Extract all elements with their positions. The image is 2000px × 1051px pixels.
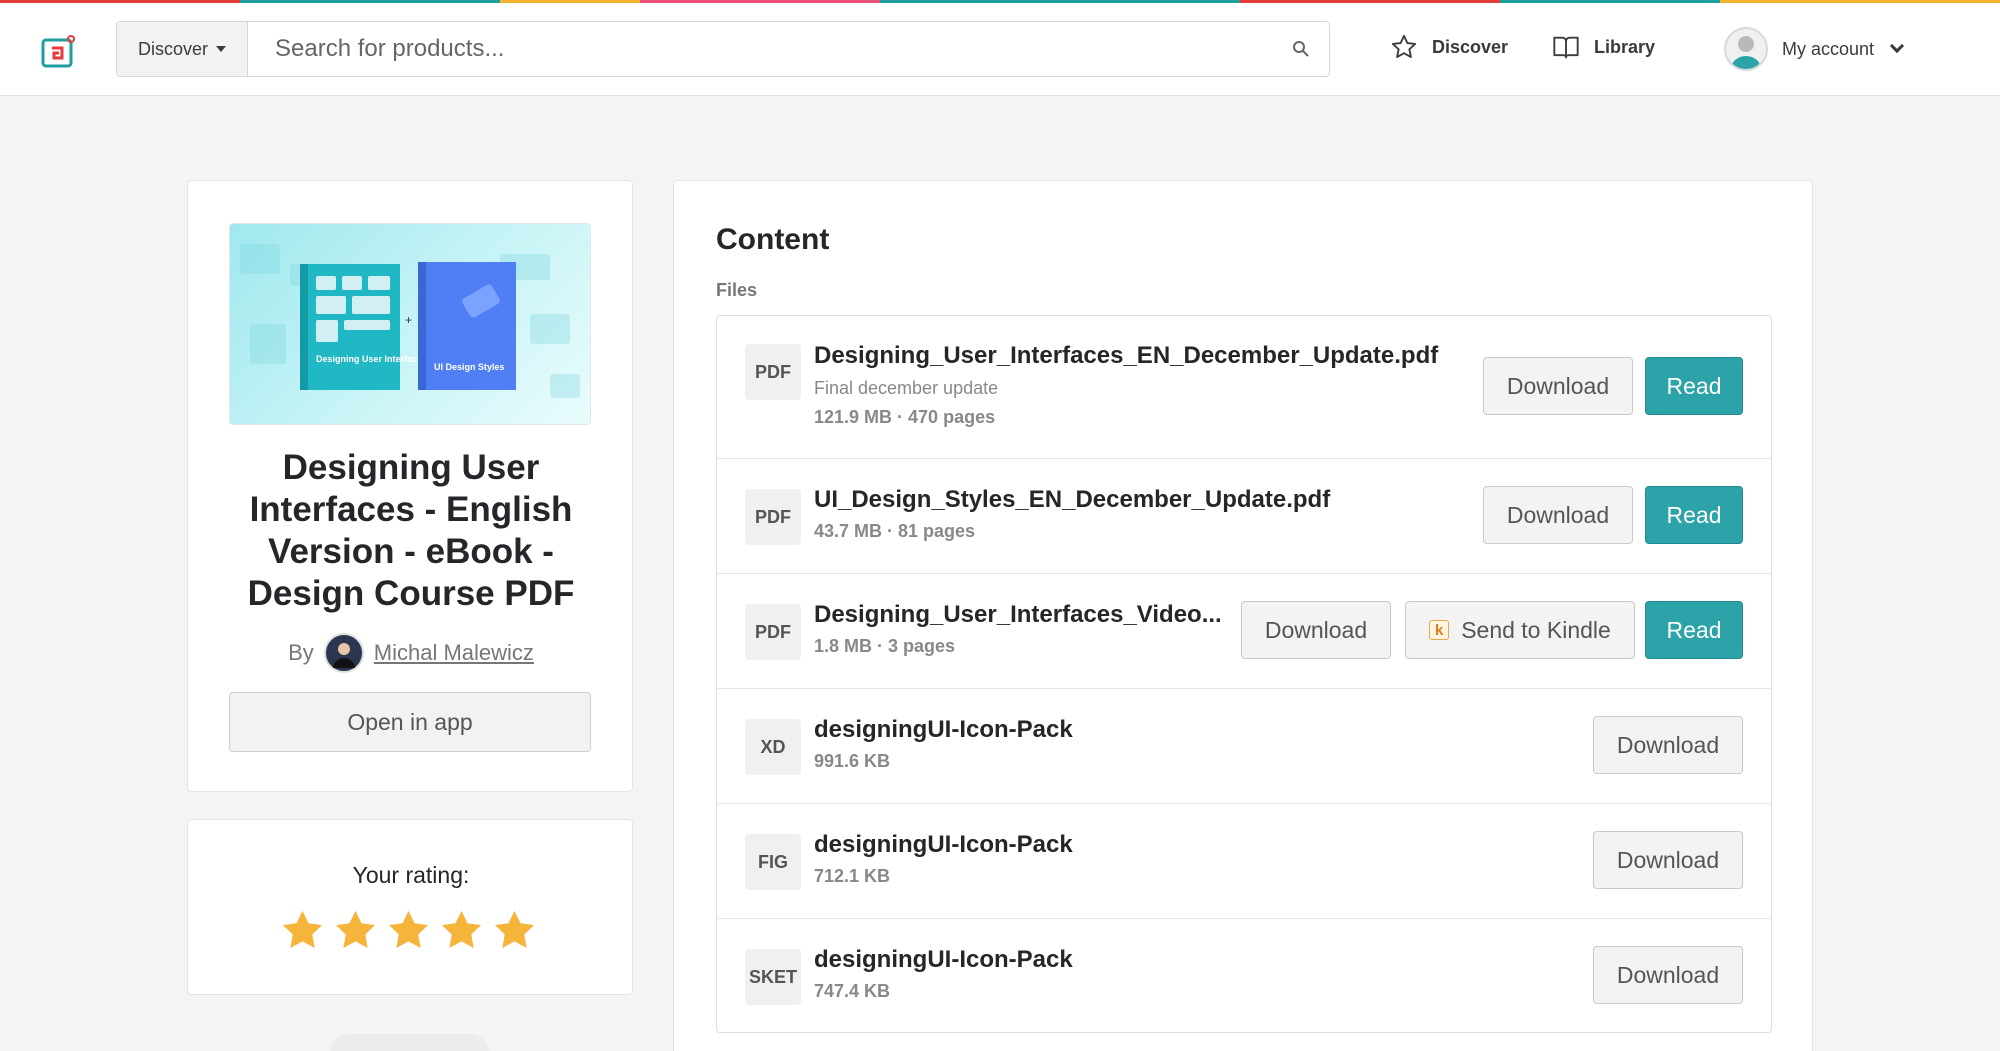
product-card: Designing User Interfaces + UI Design St… [187,180,633,792]
nav-discover-link[interactable]: Discover [1390,33,1508,61]
author-link[interactable]: Michal Malewicz [374,640,534,666]
rating-label: Your rating: [352,862,470,888]
file-meta: 712.1 KB [814,866,891,886]
file-meta: 991.6 KB [814,751,891,771]
read-button[interactable]: Read [1645,357,1743,415]
kindle-icon: k [1429,620,1450,640]
author-avatar[interactable] [323,633,364,673]
file-type-badge: PDF [745,489,801,545]
file-meta: 43.7 MB · 81 pages [814,521,976,541]
download-button[interactable]: Download [1241,601,1391,659]
file-row: PDF Designing_User_Interfaces_EN_Decembe… [717,316,1771,459]
star-outline-icon [1391,34,1417,58]
file-list: PDF Designing_User_Interfaces_EN_Decembe… [716,315,1772,1033]
star-icon[interactable] [492,908,537,953]
file-name: designingUI-Icon-Pack [814,831,1073,858]
send-to-kindle-label: Send to Kindle [1461,616,1611,643]
file-row: SKET designingUI-Icon-Pack 747.4 KB Down… [717,919,1771,1034]
content-title: Content [716,223,830,256]
search-bar: Discover [116,21,1330,77]
star-icon[interactable] [386,908,431,953]
file-name: Designing_User_Interfaces_EN_December_Up… [814,342,1439,369]
book-icon [1553,36,1579,59]
content-card: Content Files PDF Designing_User_Interfa… [673,180,1813,1051]
download-button[interactable]: Download [1593,831,1743,889]
account-label: My account [1782,38,1875,59]
partial-pill [330,1034,490,1051]
search-icon[interactable] [1273,22,1329,76]
star-icon[interactable] [280,908,325,953]
send-to-kindle-button[interactable]: k Send to Kindle [1405,601,1635,659]
account-menu[interactable]: My account [1724,27,1905,71]
read-button[interactable]: Read [1645,601,1743,659]
file-row: PDF Designing_User_Interfaces_Video... 1… [717,574,1771,689]
avatar [1724,27,1768,71]
file-row: PDF UI_Design_Styles_EN_December_Update.… [717,459,1771,574]
nav-discover-label: Discover [1432,36,1509,57]
file-name: designingUI-Icon-Pack [814,716,1073,743]
by-label: By [288,640,314,665]
file-row: XD designingUI-Icon-Pack 991.6 KB Downlo… [717,689,1771,804]
chevron-down-icon [1889,38,1905,54]
read-button[interactable]: Read [1645,486,1743,544]
cover-book2-title: UI Design Styles [434,362,505,372]
open-in-app-button[interactable]: Open in app [229,692,591,752]
search-input[interactable] [248,22,1273,76]
byline: By Michal Malewicz [188,633,634,673]
file-description: Final december update [814,378,999,398]
files-label: Files [716,280,758,300]
product-cover-image: Designing User Interfaces + UI Design St… [229,223,591,425]
star-icon[interactable] [439,908,484,953]
file-name: designingUI-Icon-Pack [814,946,1073,973]
file-meta: 747.4 KB [814,981,891,1001]
file-name: Designing_User_Interfaces_Video... [814,601,1222,628]
star-icon[interactable] [333,908,378,953]
star-rating[interactable] [280,908,537,953]
download-button[interactable]: Download [1483,357,1633,415]
file-name: UI_Design_Styles_EN_December_Update.pdf [814,486,1331,513]
rating-card: Your rating: [187,819,633,995]
download-button[interactable]: Download [1593,946,1743,1004]
search-category-label: Discover [137,38,208,59]
file-meta: 1.8 MB · 3 pages [814,636,956,656]
nav-library-label: Library [1594,36,1656,57]
file-type-badge: PDF [745,604,801,660]
product-title: Designing User Interfaces - English Vers… [247,448,575,613]
file-type-badge: XD [745,719,801,775]
download-button[interactable]: Download [1593,716,1743,774]
nav-library-link[interactable]: Library [1552,33,1655,61]
svg-text:+: + [405,313,412,327]
caret-down-icon [216,46,226,52]
file-meta: 121.9 MB · 470 pages [814,407,996,427]
search-category-dropdown[interactable]: Discover [117,22,248,76]
cover-book1-title: Designing User Interfaces [316,354,427,364]
file-type-badge: SKET [745,949,801,1005]
file-type-badge: PDF [745,344,801,400]
download-button[interactable]: Download [1483,486,1633,544]
gumroad-logo-icon[interactable] [40,34,76,70]
file-row: FIG designingUI-Icon-Pack 712.1 KB Downl… [717,804,1771,919]
file-type-badge: FIG [745,834,801,890]
top-header: Discover Discover Library My account [0,3,2000,96]
